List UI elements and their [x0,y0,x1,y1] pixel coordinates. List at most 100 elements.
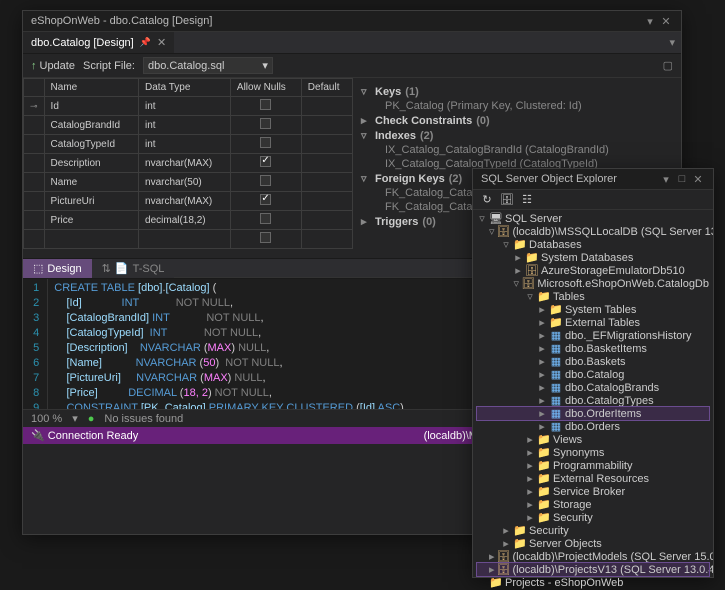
expander-icon[interactable]: ▿ [489,225,495,238]
panel-toggle-icon[interactable]: ▢ [663,59,673,72]
tab-overflow-icon[interactable]: ▾ [663,36,681,49]
prop-section[interactable]: ▸Check Constraints (0) [361,113,673,128]
expander-icon[interactable]: ▸ [525,446,535,459]
expander-icon[interactable]: ▸ [513,264,523,277]
expander-icon[interactable]: ▿ [501,238,511,251]
maximize-icon[interactable]: □ [675,172,689,186]
refresh-icon[interactable]: ↻ [479,193,495,206]
code-area[interactable]: CREATE TABLE [dbo].[Catalog] ( [Id] INT … [48,279,521,409]
expander-icon[interactable]: ▸ [361,114,371,127]
col-datatype-header[interactable]: Data Type [139,79,231,97]
expander-icon[interactable]: ▸ [501,537,511,550]
cell-datatype[interactable]: nvarchar(MAX) [139,154,231,173]
add-server-icon[interactable]: 🗄 [499,193,515,206]
expander-icon[interactable]: ▸ [537,303,547,316]
zoom-chevron-icon[interactable]: ▾ [72,412,78,425]
allow-nulls-checkbox[interactable] [260,99,271,110]
cell-name[interactable]: Id [44,97,138,116]
allow-nulls-checkbox[interactable] [260,232,271,243]
dropdown-icon[interactable]: ▾ [659,172,673,186]
expander-icon[interactable]: ▿ [525,290,535,303]
expander-icon[interactable]: ▿ [477,212,487,225]
prop-section[interactable]: ▿Keys (1) [361,84,673,99]
cell-name[interactable]: Name [44,173,138,192]
cell-name[interactable]: CatalogBrandId [44,116,138,135]
cell-datatype[interactable]: int [139,135,231,154]
table-row[interactable]: CatalogBrandId int [24,116,353,135]
table-row[interactable]: Name nvarchar(50) [24,173,353,192]
expander-icon[interactable]: ▿ [361,85,371,98]
expander-icon[interactable]: ▸ [537,394,547,407]
expander-icon[interactable]: ▸ [525,511,535,524]
tree-item[interactable]: ▸▦dbo.Catalog [477,368,709,381]
tree-item[interactable]: ▸📁Storage [477,498,709,511]
allow-nulls-checkbox[interactable] [260,156,271,167]
tree-item[interactable]: ▸▦dbo.Baskets [477,355,709,368]
tree-item[interactable]: ▸▦dbo.BasketItems [477,342,709,355]
col-default-header[interactable]: Default [301,79,352,97]
tree-item[interactable]: ▸📁Programmability [477,459,709,472]
expander-icon[interactable]: ▸ [489,550,495,563]
tree-item[interactable]: ▸🗄AzureStorageEmulatorDb510 [477,264,709,277]
tree-item[interactable]: ▸▦dbo.CatalogBrands [477,381,709,394]
expander-icon[interactable]: ▸ [513,251,523,264]
expander-icon[interactable]: ▸ [525,485,535,498]
prop-item[interactable]: PK_Catalog (Primary Key, Clustered: Id) [375,99,673,113]
cell-name[interactable]: Description [44,154,138,173]
expander-icon[interactable]: ▸ [525,498,535,511]
expander-icon[interactable]: ▿ [513,277,519,290]
table-row[interactable]: Description nvarchar(MAX) [24,154,353,173]
cell-default[interactable] [301,135,352,154]
tree-item[interactable]: ▸📁External Tables [477,316,709,329]
tree-item[interactable]: ▸📁Server Objects [477,537,709,550]
table-row[interactable]: Price decimal(18,2) [24,211,353,230]
allow-nulls-checkbox[interactable] [260,175,271,186]
cell-datatype[interactable]: nvarchar(50) [139,173,231,192]
cell-default[interactable] [301,97,352,116]
expander-icon[interactable]: ▿ [361,172,371,185]
prop-item[interactable]: IX_Catalog_CatalogBrandId (CatalogBrandI… [375,143,673,157]
tab-close-icon[interactable]: ✕ [157,36,166,49]
expander-icon[interactable]: ▸ [537,420,547,433]
cell-name[interactable]: PictureUri [44,192,138,211]
expander-icon[interactable]: ▿ [361,129,371,142]
cell-name[interactable]: Price [44,211,138,230]
expander-icon[interactable]: ▸ [537,329,547,342]
col-nulls-header[interactable]: Allow Nulls [230,79,301,97]
tree-item[interactable]: ▸📁Security [477,511,709,524]
table-row[interactable]: PictureUri nvarchar(MAX) [24,192,353,211]
expander-icon[interactable]: ▸ [537,368,547,381]
expander-icon[interactable]: ▸ [537,316,547,329]
tree-item[interactable]: ▸🗄(localdb)\ProjectsV13 (SQL Server 13.0… [477,563,709,576]
table-row[interactable]: CatalogTypeId int [24,135,353,154]
allow-nulls-checkbox[interactable] [260,194,271,205]
expander-icon[interactable]: ▸ [525,459,535,472]
tree-item[interactable]: ▸🗄(localdb)\ProjectModels (SQL Server 15… [477,550,709,563]
tree-item[interactable]: ▿🗄Microsoft.eShopOnWeb.CatalogDb [477,277,709,290]
table-row[interactable]: ⊸ Id int [24,97,353,116]
col-name-header[interactable]: Name [44,79,138,97]
script-file-dropdown[interactable]: dbo.Catalog.sql ▾ [143,57,273,74]
tree-item[interactable]: ▿📁Tables [477,290,709,303]
tree-item[interactable]: ▸📁Service Broker [477,485,709,498]
tab-design[interactable]: ⬚ Design [23,259,92,278]
close-icon[interactable]: ✕ [691,172,705,186]
cell-datatype[interactable]: int [139,97,231,116]
group-icon[interactable]: ☷ [519,193,535,206]
expander-icon[interactable]: ▸ [489,563,495,576]
columns-grid[interactable]: Name Data Type Allow Nulls Default ⊸ Id … [23,78,353,249]
tree-item[interactable]: ▸📁Security [477,524,709,537]
tree-item[interactable]: ▸▦dbo.CatalogTypes [477,394,709,407]
tree-item[interactable]: ▸▦dbo.Orders [477,420,709,433]
tree-item[interactable]: ▸📁System Tables [477,303,709,316]
expander-icon[interactable]: ▸ [525,472,535,485]
tree-item[interactable]: ▸📁External Resources [477,472,709,485]
tree-item[interactable]: ▸📁Synonyms [477,446,709,459]
pin-icon[interactable]: 📌 [140,37,151,48]
expander-icon[interactable]: ▸ [501,524,511,537]
expander-icon[interactable]: ▸ [537,381,547,394]
cell-datatype[interactable]: nvarchar(MAX) [139,192,231,211]
prop-section[interactable]: ▿Indexes (2) [361,128,673,143]
cell-default[interactable] [301,154,352,173]
expander-icon[interactable]: ▸ [525,433,535,446]
